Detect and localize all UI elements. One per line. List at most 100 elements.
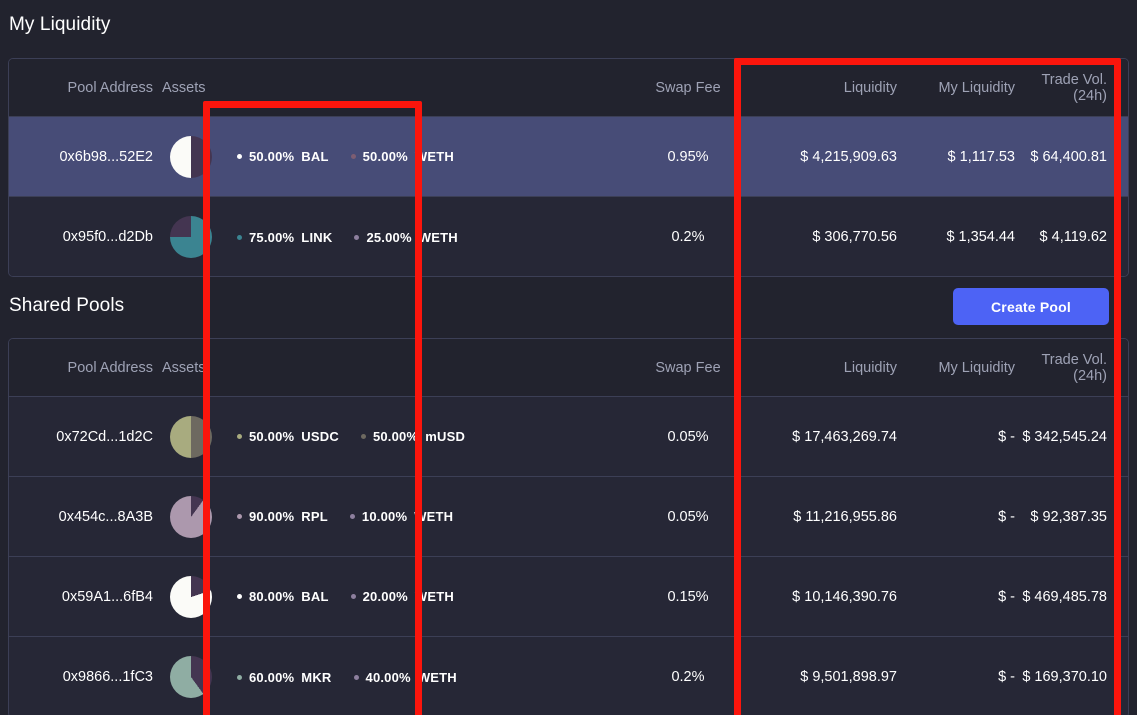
column-header-assets[interactable]: Assets	[153, 360, 225, 376]
trade-volume-cell: $ 469,485.78	[1015, 589, 1128, 605]
token-weights-cell: 60.00% MKR 40.00%WETH	[225, 670, 603, 685]
swap-fee-cell: 0.2%	[603, 669, 773, 685]
token-symbol: RPL	[301, 509, 328, 524]
trade-volume-cell: $ 4,119.62	[1015, 229, 1128, 245]
table-row[interactable]: 0x72Cd...1d2C50.00%USDC50.00%mUSD0.05%$ …	[9, 397, 1128, 477]
my-liquidity-cell: $ -	[897, 429, 1015, 445]
token-weight-percent: 25.00%	[366, 230, 411, 245]
column-header-liquidity[interactable]: Liquidity	[773, 360, 897, 376]
swap-fee-cell: 0.05%	[603, 429, 773, 445]
table-row[interactable]: 0x95f0...d2Db75.00%LINK25.00%WETH0.2%$ 3…	[9, 197, 1128, 277]
token-weight-percent: 50.00%	[249, 429, 294, 444]
token-color-dot-icon	[237, 434, 242, 439]
token-weight-percent: 75.00%	[249, 230, 294, 245]
assets-cell	[153, 656, 225, 698]
token-symbol: WETH	[415, 149, 454, 164]
token-weight-percent: 50.00%	[373, 429, 418, 444]
token-color-dot-icon	[237, 154, 242, 159]
pool-address-cell[interactable]: 0x6b98...52E2	[9, 149, 153, 165]
shared-pools-table: Pool Address Assets Swap Fee Liquidity M…	[8, 338, 1129, 715]
token-weights-list: 60.00% MKR 40.00%WETH	[237, 670, 603, 685]
page-title-my-liquidity: My Liquidity	[9, 14, 111, 36]
token-weight-percent: 60.00%	[249, 670, 294, 685]
token-symbol: WETH	[419, 230, 458, 245]
liquidity-pools-page: My Liquidity Pool Address Assets Swap Fe…	[0, 0, 1137, 715]
pie-chart-icon	[170, 576, 212, 618]
swap-fee-cell: 0.2%	[603, 229, 773, 245]
token-symbol: WETH	[415, 589, 454, 604]
assets-cell	[153, 136, 225, 178]
token-color-dot-icon	[351, 154, 356, 159]
token-symbol: BAL	[301, 589, 328, 604]
token-weight-percent: 20.00%	[363, 589, 408, 604]
liquidity-cell: $ 17,463,269.74	[773, 429, 897, 445]
liquidity-cell: $ 4,215,909.63	[773, 149, 897, 165]
shared-pools-row-container: 0x72Cd...1d2C50.00%USDC50.00%mUSD0.05%$ …	[9, 397, 1128, 715]
token-weights-cell: 80.00%BAL 20.00% WETH	[225, 589, 603, 604]
token-color-dot-icon	[237, 235, 242, 240]
column-header-swap-fee[interactable]: Swap Fee	[603, 360, 773, 376]
token-symbol: mUSD	[425, 429, 465, 444]
token-symbol: WETH	[414, 509, 453, 524]
pool-address-cell[interactable]: 0x59A1...6fB4	[9, 589, 153, 605]
token-weights-list: 50.00%USDC50.00%mUSD	[237, 429, 603, 444]
create-pool-button[interactable]: Create Pool	[953, 288, 1109, 325]
pool-address-cell[interactable]: 0x9866...1fC3	[9, 669, 153, 685]
liquidity-cell: $ 10,146,390.76	[773, 589, 897, 605]
my-liquidity-cell: $ 1,354.44	[897, 229, 1015, 245]
table-row[interactable]: 0x454c...8A3B90.00%RPL10.00%WETH0.05%$ 1…	[9, 477, 1128, 557]
my-liquidity-cell: $ -	[897, 669, 1015, 685]
swap-fee-cell: 0.15%	[603, 589, 773, 605]
column-header-trade-volume[interactable]: Trade Vol. (24h)	[1015, 352, 1128, 384]
token-color-dot-icon	[354, 235, 359, 240]
token-weight-percent: 90.00%	[249, 509, 294, 524]
token-symbol: WETH	[418, 670, 457, 685]
column-header-my-liquidity[interactable]: My Liquidity	[897, 360, 1015, 376]
token-color-dot-icon	[237, 514, 242, 519]
column-header-pool-address[interactable]: Pool Address	[9, 80, 153, 96]
pool-address-cell[interactable]: 0x454c...8A3B	[9, 509, 153, 525]
token-color-dot-icon	[350, 514, 355, 519]
my-liquidity-cell: $ -	[897, 589, 1015, 605]
token-weight-item: 50.00% mUSD	[361, 429, 465, 444]
swap-fee-cell: 0.05%	[603, 509, 773, 525]
pie-chart-icon	[170, 656, 212, 698]
my-liquidity-row-container: 0x6b98...52E250.00%BAL50.00%WETH0.95%$ 4…	[9, 117, 1128, 277]
pie-chart-icon	[170, 136, 212, 178]
token-weight-item: 20.00% WETH	[351, 589, 454, 604]
swap-fee-cell: 0.95%	[603, 149, 773, 165]
my-liquidity-table: Pool Address Assets Swap Fee Liquidity M…	[8, 58, 1129, 277]
trade-volume-cell: $ 342,545.24	[1015, 429, 1128, 445]
token-weight-item: 80.00%BAL	[237, 589, 329, 604]
token-color-dot-icon	[354, 675, 359, 680]
column-header-my-liquidity[interactable]: My Liquidity	[897, 80, 1015, 96]
token-weights-list: 75.00%LINK25.00%WETH	[237, 230, 603, 245]
column-header-swap-fee[interactable]: Swap Fee	[603, 80, 773, 96]
column-header-liquidity[interactable]: Liquidity	[773, 80, 897, 96]
token-weight-item: 50.00%USDC	[237, 429, 339, 444]
column-header-assets[interactable]: Assets	[153, 80, 225, 96]
table-row[interactable]: 0x59A1...6fB4 80.00%BAL 20.00% WETH 0.15%$ 1…	[9, 557, 1128, 637]
table-header-row: Pool Address Assets Swap Fee Liquidity M…	[9, 59, 1128, 117]
token-weight-item: 60.00% MKR	[237, 670, 332, 685]
token-symbol: BAL	[301, 149, 328, 164]
token-color-dot-icon	[361, 434, 366, 439]
token-weight-item: 40.00%WETH	[354, 670, 457, 685]
token-weight-item: 90.00% RPL	[237, 509, 328, 524]
assets-cell	[153, 576, 225, 618]
assets-cell	[153, 416, 225, 458]
token-symbol: MKR	[301, 670, 331, 685]
column-header-pool-address[interactable]: Pool Address	[9, 360, 153, 376]
table-row[interactable]: 0x9866...1fC360.00%MKR40.00%WETH0.2%$ 9,…	[9, 637, 1128, 715]
trade-volume-cell: $ 92,387.35	[1015, 509, 1128, 525]
token-weights-list: 90.00%RPL10.00%WETH	[237, 509, 603, 524]
table-row[interactable]: 0x6b98...52E250.00%BAL50.00%WETH0.95%$ 4…	[9, 117, 1128, 197]
token-weight-percent: 50.00%	[249, 149, 294, 164]
page-title-shared-pools: Shared Pools	[9, 295, 124, 317]
token-weights-list: 50.00%BAL50.00%WETH	[237, 149, 603, 164]
column-header-trade-volume[interactable]: Trade Vol. (24h)	[1015, 72, 1128, 104]
trade-volume-cell: $ 169,370.10	[1015, 669, 1128, 685]
liquidity-cell: $ 11,216,955.86	[773, 509, 897, 525]
pool-address-cell[interactable]: 0x95f0...d2Db	[9, 229, 153, 245]
pool-address-cell[interactable]: 0x72Cd...1d2C	[9, 429, 153, 445]
